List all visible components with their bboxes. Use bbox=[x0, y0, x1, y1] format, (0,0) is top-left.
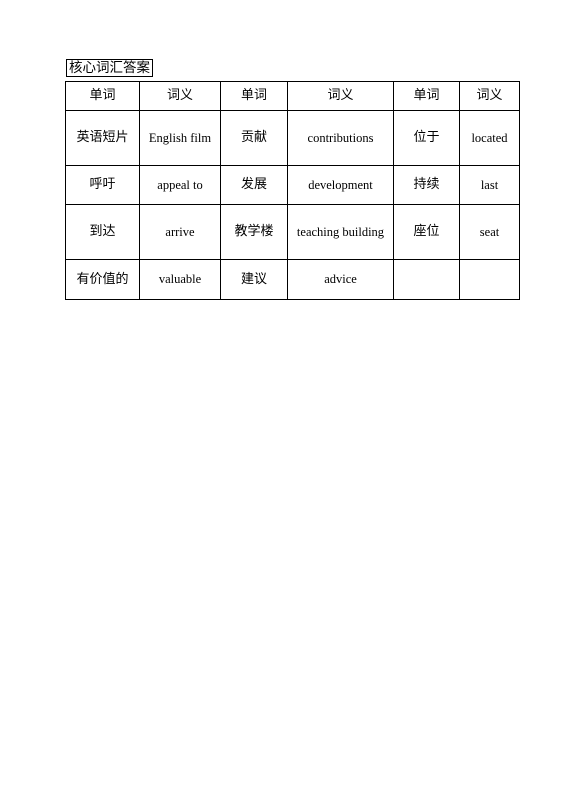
cell-word-empty bbox=[393, 259, 460, 300]
table-row: 英语短片 English film 贡献 contributions 位于 lo… bbox=[65, 110, 520, 166]
cell-word: 发展 bbox=[220, 165, 288, 205]
column-header-word-1: 单词 bbox=[65, 81, 140, 111]
cell-word: 建议 bbox=[220, 259, 288, 300]
cell-meaning: valuable bbox=[139, 259, 221, 300]
table-row: 到达 arrive 教学楼 teaching building 座位 seat bbox=[65, 204, 520, 260]
cell-meaning: English film bbox=[139, 110, 221, 166]
column-header-meaning-3: 词义 bbox=[459, 81, 520, 111]
document-page: 核心词汇答案 单词 词义 单词 词义 单词 词义 英语短片 English fi… bbox=[0, 0, 563, 794]
cell-meaning: located bbox=[459, 110, 520, 166]
cell-word: 持续 bbox=[393, 165, 460, 205]
vocabulary-table: 单词 词义 单词 词义 单词 词义 英语短片 English film 贡献 c… bbox=[65, 81, 520, 300]
cell-word: 教学楼 bbox=[220, 204, 288, 260]
cell-meaning: appeal to bbox=[139, 165, 221, 205]
cell-word: 有价值的 bbox=[65, 259, 140, 300]
cell-word: 贡献 bbox=[220, 110, 288, 166]
cell-meaning-empty bbox=[459, 259, 520, 300]
column-header-meaning-1: 词义 bbox=[139, 81, 221, 111]
table-header-row: 单词 词义 单词 词义 单词 词义 bbox=[65, 81, 520, 111]
page-title: 核心词汇答案 bbox=[66, 59, 153, 77]
cell-meaning: last bbox=[459, 165, 520, 205]
cell-meaning: seat bbox=[459, 204, 520, 260]
cell-word: 呼吁 bbox=[65, 165, 140, 205]
cell-word: 座位 bbox=[393, 204, 460, 260]
heading-container: 核心词汇答案 bbox=[66, 59, 153, 77]
cell-meaning: development bbox=[287, 165, 394, 205]
table-row: 有价值的 valuable 建议 advice bbox=[65, 259, 520, 300]
cell-meaning: arrive bbox=[139, 204, 221, 260]
column-header-word-3: 单词 bbox=[393, 81, 460, 111]
table-row: 呼吁 appeal to 发展 development 持续 last bbox=[65, 165, 520, 205]
cell-word: 位于 bbox=[393, 110, 460, 166]
cell-word: 英语短片 bbox=[65, 110, 140, 166]
column-header-meaning-2: 词义 bbox=[287, 81, 394, 111]
cell-meaning: advice bbox=[287, 259, 394, 300]
cell-word: 到达 bbox=[65, 204, 140, 260]
column-header-word-2: 单词 bbox=[220, 81, 288, 111]
cell-meaning: contributions bbox=[287, 110, 394, 166]
cell-meaning: teaching building bbox=[287, 204, 394, 260]
